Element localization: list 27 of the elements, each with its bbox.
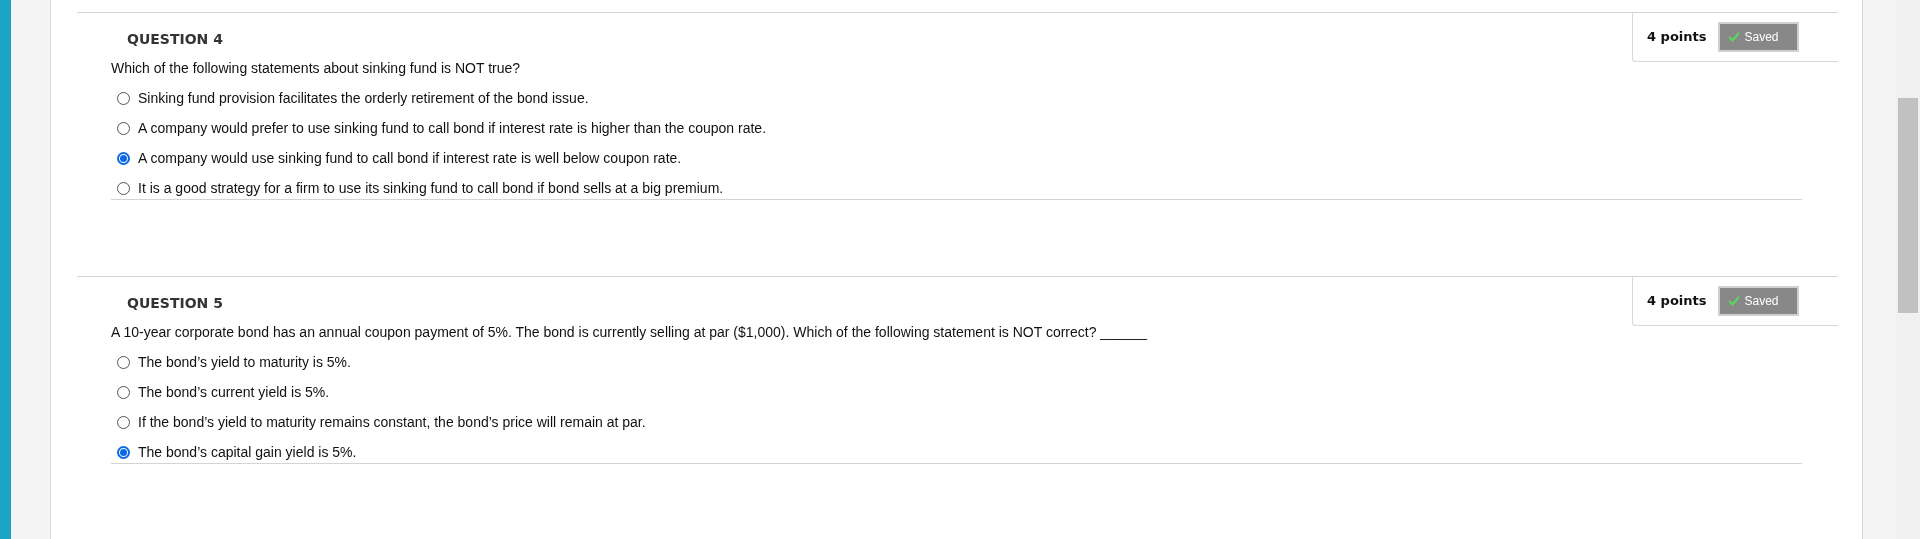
points-label: 4 points [1647, 291, 1707, 310]
answer-option: A company would prefer to use sinking fund to call bond if interest rate is higher than the coupon rate. [138, 118, 767, 139]
question-title: QUESTION 5 [127, 293, 224, 313]
radio-button[interactable] [117, 152, 130, 165]
answer-option: The bond’s capital gain yield is 5%. [138, 441, 357, 463]
points-label: 4 points [1647, 28, 1707, 47]
question-text: A 10-year corporate bond has an annual coupon payment of 5%. The bond is currently selling at par ($1,000). Which of the following statement is NOT correct? ______ [111, 322, 1149, 342]
check-icon [1728, 32, 1741, 42]
radio-button[interactable] [117, 355, 130, 369]
radio-button[interactable] [117, 122, 130, 135]
saved-badge: Saved [1718, 22, 1800, 52]
radio-button[interactable] [117, 445, 130, 459]
radio-button[interactable] [117, 415, 130, 429]
radio-button[interactable] [117, 385, 130, 399]
answer-option: A company would use sinking fund to call bond if interest rate is well below coupon rate. [138, 148, 682, 169]
question-text: Which of the following statements about sinking fund is NOT true? [111, 59, 522, 78]
answer-option: If the bond’s yield to maturity remains constant, the bond’s price will remain at par. [138, 411, 646, 433]
radio-button[interactable] [117, 92, 130, 105]
check-icon [1728, 295, 1741, 306]
radio-button[interactable] [117, 182, 130, 195]
answer-option: Sinking fund provision facilitates the orderly retirement of the bond issue. [138, 88, 589, 109]
answer-option: The bond’s current yield is 5%. [138, 381, 330, 403]
scrollbar-thumb[interactable] [1898, 98, 1918, 313]
answer-option: The bond’s yield to maturity is 5%. [138, 351, 351, 373]
saved-badge: Saved [1718, 285, 1800, 316]
answer-option: It is a good strategy for a firm to use its sinking fund to call bond if bond sells at a big premium. [138, 178, 724, 199]
question-title: QUESTION 4 [127, 30, 224, 49]
